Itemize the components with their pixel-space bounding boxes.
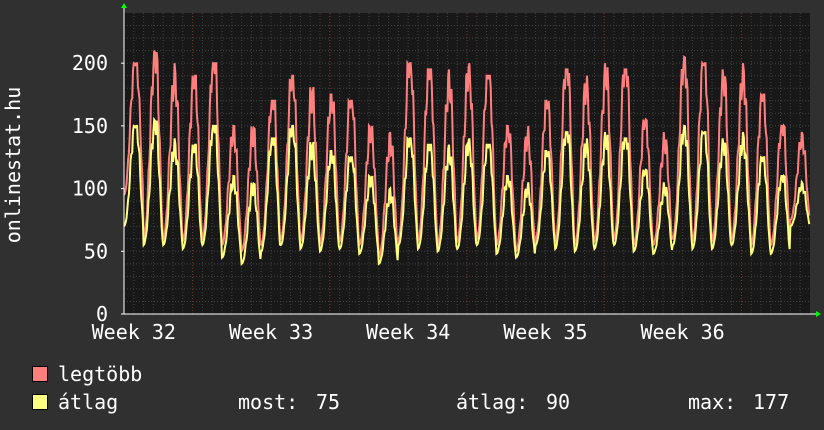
legend-label-avg: átlag — [58, 390, 119, 414]
stat-max-value: 177 — [753, 390, 790, 414]
x-tick-label: Week 32 — [92, 320, 176, 344]
x-tick-label: Week 36 — [640, 320, 724, 344]
y-tick-label: 100 — [72, 177, 108, 201]
y-tick-label: 50 — [84, 239, 108, 263]
stat-max-label: max: — [688, 390, 737, 414]
legend-swatch-max — [32, 366, 48, 382]
y-axis-arrow — [121, 3, 127, 8]
x-tick-label: Week 33 — [229, 320, 313, 344]
x-axis-arrow — [816, 311, 821, 317]
chart-root: 0 50 100 150 200 Week 32 Week 33 Week 34 Week 35… — [0, 0, 824, 430]
x-tick-label: Week 35 — [503, 320, 587, 344]
legend-swatch-avg — [32, 394, 48, 410]
legend-label-max: legtöbb — [58, 362, 143, 386]
stat-avg-value: 90 — [546, 390, 571, 414]
stat-avg-label: átlag: — [456, 390, 529, 414]
stat-now-value: 75 — [316, 390, 341, 414]
y-tick-label: 200 — [72, 51, 108, 75]
x-tick-label: Week 34 — [366, 320, 450, 344]
y-axis-title: onlinestat.hu — [1, 87, 25, 244]
stat-now-label: most: — [238, 390, 299, 414]
y-tick-label: 150 — [72, 114, 108, 138]
